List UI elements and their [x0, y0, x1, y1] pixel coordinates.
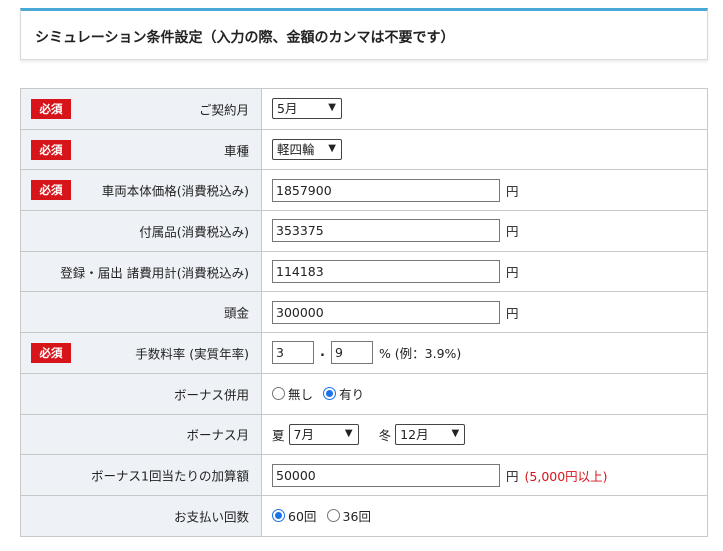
- required-badge: 必須: [31, 180, 71, 201]
- bonus-none-label: 無し: [288, 387, 314, 403]
- row-accessories: 付属品(消費税込み) 353375 円: [20, 210, 708, 252]
- yen-unit: 円: [506, 305, 519, 321]
- bonus-amount-label: ボーナス1回当たりの加算額: [91, 468, 249, 484]
- row-bonus-use: ボーナス併用 無し 有り: [20, 372, 708, 415]
- chevron-down-icon: ▼: [328, 143, 336, 155]
- label-cell: ボーナス併用: [20, 372, 262, 415]
- label-cell: 登録・届出 諸費用計(消費税込み): [20, 250, 262, 293]
- winter-month-value: 12月: [400, 426, 429, 442]
- minimum-amount-note: (5,000円以上): [524, 468, 608, 484]
- input-cell: 無し 有り: [261, 372, 708, 415]
- fee-rate-label: 手数料率 (実質年率): [135, 346, 249, 362]
- row-contract-month: 必須 ご契約月 5月 ▼: [20, 88, 708, 130]
- payment-36-radio[interactable]: [326, 509, 340, 523]
- contract-month-select[interactable]: 5月 ▼: [272, 98, 342, 120]
- registration-input[interactable]: 114183: [272, 260, 500, 284]
- bonus-month-label: ボーナス月: [186, 427, 249, 443]
- row-vehicle-type: 必須 車種 軽四輪 ▼: [20, 128, 708, 171]
- fee-rate-suffix: % (例：3.9%): [378, 346, 462, 362]
- required-badge: 必須: [31, 342, 71, 363]
- input-cell: 300000 円: [261, 291, 708, 334]
- contract-month-label: ご契約月: [198, 102, 249, 118]
- label-cell: 必須 ご契約月: [20, 88, 262, 130]
- vehicle-price-label: 車両本体価格(消費税込み): [101, 183, 249, 199]
- winter-month-select[interactable]: 12月 ▼: [395, 423, 466, 445]
- label-cell: 付属品(消費税込み): [20, 210, 262, 252]
- down-payment-label: 頭金: [223, 305, 249, 321]
- label-cell: 頭金: [20, 291, 262, 334]
- input-cell: 60回 36回: [261, 494, 708, 537]
- vehicle-type-value: 軽四輪: [277, 142, 315, 158]
- bonus-amount-input[interactable]: 50000: [272, 463, 500, 487]
- yen-unit: 円: [506, 468, 519, 484]
- label-cell: ボーナス1回当たりの加算額: [20, 454, 262, 496]
- payment-60-label: 60回: [288, 509, 317, 525]
- row-payment-count: お支払い回数 60回 36回: [20, 494, 708, 537]
- input-cell: 軽四輪 ▼: [261, 128, 708, 171]
- row-bonus-amount: ボーナス1回当たりの加算額 50000 円 (5,000円以上): [20, 454, 708, 496]
- registration-label: 登録・届出 諸費用計(消費税込み): [60, 265, 249, 281]
- input-cell: 3. 9 % (例：3.9%): [261, 332, 708, 374]
- input-cell: 夏 7月 ▼ 冬 12月 ▼: [261, 413, 708, 456]
- accessories-label: 付属品(消費税込み): [139, 224, 249, 240]
- vehicle-price-input[interactable]: 1857900: [272, 178, 500, 202]
- chevron-down-icon: ▼: [451, 427, 460, 439]
- input-cell: 353375 円: [261, 210, 708, 252]
- label-cell: ボーナス月: [20, 413, 262, 456]
- payment-60-radio[interactable]: [272, 509, 285, 523]
- input-cell: 5月 ▼: [261, 88, 708, 130]
- section-title: シミュレーション条件設定（入力の際、金額のカンマは不要です）: [35, 30, 455, 46]
- label-cell: お支払い回数: [20, 494, 262, 537]
- chevron-down-icon: ▼: [328, 102, 336, 114]
- label-cell: 必須 車種: [20, 128, 262, 171]
- winter-label: 冬: [378, 427, 392, 443]
- input-cell: 50000 円 (5,000円以上): [261, 454, 708, 496]
- required-badge: 必須: [31, 139, 71, 160]
- bonus-yes-radio[interactable]: [323, 387, 337, 401]
- bonus-use-label: ボーナス併用: [173, 387, 249, 403]
- fee-rate-integer-input[interactable]: 3: [272, 341, 314, 365]
- row-vehicle-price: 必須 車両本体価格(消費税込み) 1857900 円: [20, 169, 708, 212]
- chevron-down-icon: ▼: [344, 427, 353, 439]
- row-bonus-month: ボーナス月 夏 7月 ▼ 冬 12月 ▼: [20, 413, 708, 456]
- summer-month-value: 7月: [293, 426, 314, 442]
- down-payment-input[interactable]: 300000: [272, 300, 500, 324]
- contract-month-value: 5月: [277, 101, 298, 117]
- decimal-separator: .: [320, 345, 325, 361]
- yen-unit: 円: [506, 183, 519, 199]
- label-cell: 必須 車両本体価格(消費税込み): [20, 169, 262, 212]
- summer-label: 夏: [272, 427, 285, 443]
- bonus-yes-label: 有り: [339, 387, 365, 403]
- input-cell: 1857900 円: [261, 169, 708, 212]
- row-down-payment: 頭金 300000 円: [20, 291, 708, 334]
- vehicle-type-select[interactable]: 軽四輪 ▼: [272, 139, 342, 161]
- vehicle-type-label: 車種: [223, 143, 249, 159]
- input-cell: 114183 円: [261, 250, 708, 293]
- simulation-form-table: 必須 ご契約月 5月 ▼ 必須 車種 軽四輪 ▼ 必須 車両本体価格(消費税込み…: [20, 88, 708, 537]
- row-fee-rate: 必須 手数料率 (実質年率) 3. 9 % (例：3.9%): [20, 332, 708, 374]
- section-header: シミュレーション条件設定（入力の際、金額のカンマは不要です）: [20, 8, 708, 60]
- yen-unit: 円: [506, 265, 519, 281]
- bonus-none-radio[interactable]: [272, 387, 285, 401]
- label-cell: 必須 手数料率 (実質年率): [20, 332, 262, 374]
- summer-month-select[interactable]: 7月 ▼: [288, 423, 359, 445]
- payment-count-label: お支払い回数: [173, 509, 249, 525]
- fee-rate-decimal-input[interactable]: 9: [330, 341, 373, 365]
- yen-unit: 円: [506, 224, 519, 240]
- accessories-input[interactable]: 353375: [272, 219, 500, 243]
- required-badge: 必須: [31, 98, 71, 119]
- row-registration: 登録・届出 諸費用計(消費税込み) 114183 円: [20, 250, 708, 293]
- payment-36-label: 36回: [342, 509, 371, 525]
